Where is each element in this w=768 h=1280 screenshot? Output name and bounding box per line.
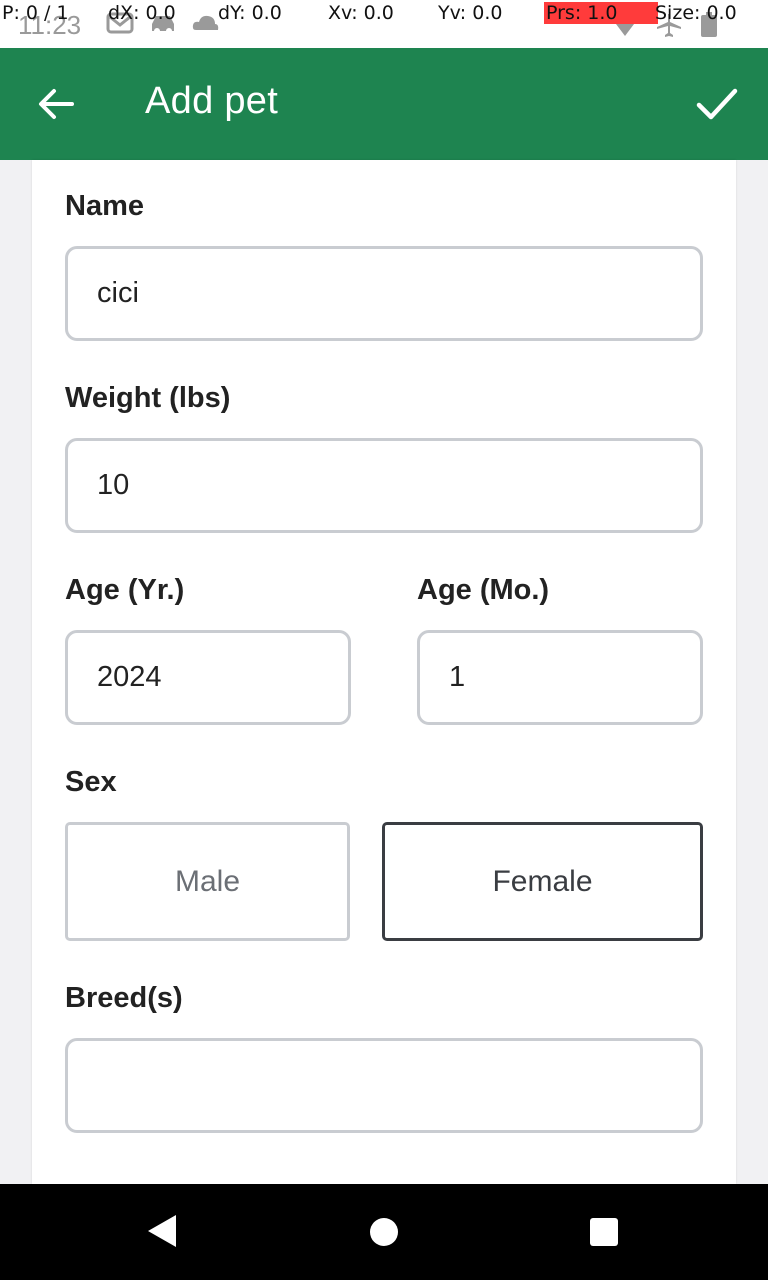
weight-field[interactable]: 10 xyxy=(65,438,703,533)
weight-label: Weight (lbs) xyxy=(65,382,231,414)
pet-form-card: Name cici Weight (lbs) 10 Age (Yr.) 2024… xyxy=(32,160,736,1184)
name-label: Name xyxy=(65,190,144,222)
arrow-left-icon[interactable] xyxy=(34,82,78,126)
home-icon[interactable] xyxy=(369,1217,399,1252)
recents-icon[interactable] xyxy=(589,1217,619,1252)
sex-option-female[interactable]: Female xyxy=(382,822,703,941)
age-months-value: 1 xyxy=(449,661,466,693)
debug-size: Size: 0.0 xyxy=(655,2,737,24)
name-value: cici xyxy=(97,277,139,309)
weight-value: 10 xyxy=(97,469,130,501)
sex-option-female-label: Female xyxy=(492,864,593,898)
name-field[interactable]: cici xyxy=(65,246,703,341)
debug-xv: Xv: 0.0 xyxy=(328,2,394,24)
debug-dy: dY: 0.0 xyxy=(218,2,282,24)
sex-label: Sex xyxy=(65,766,117,798)
breeds-field[interactable] xyxy=(65,1038,703,1133)
sex-option-male-label: Male xyxy=(174,864,241,898)
cloud-icon xyxy=(190,12,220,32)
debug-dx: dX: 0.0 xyxy=(108,2,176,24)
debug-pointer: P: 0 / 1 xyxy=(2,2,69,24)
age-months-label: Age (Mo.) xyxy=(417,574,550,606)
status-bar: 11:23 P: 0 / 1 dX: 0.0 dY: 0.0 Xv: 0.0 Y… xyxy=(0,0,768,48)
debug-prs: Prs: 1.0 xyxy=(544,2,658,24)
age-years-label: Age (Yr.) xyxy=(65,574,185,606)
age-years-value: 2024 xyxy=(97,661,162,693)
breeds-label: Breed(s) xyxy=(65,982,183,1014)
sex-option-male[interactable]: Male xyxy=(65,822,350,941)
check-icon[interactable] xyxy=(694,80,740,126)
age-months-field[interactable]: 1 xyxy=(417,630,703,725)
debug-yv: Yv: 0.0 xyxy=(438,2,503,24)
system-nav-bar xyxy=(0,1184,768,1280)
page-title: Add pet xyxy=(145,80,279,122)
back-icon[interactable] xyxy=(146,1214,178,1253)
app-bar: Add pet xyxy=(0,48,768,160)
age-years-field[interactable]: 2024 xyxy=(65,630,351,725)
